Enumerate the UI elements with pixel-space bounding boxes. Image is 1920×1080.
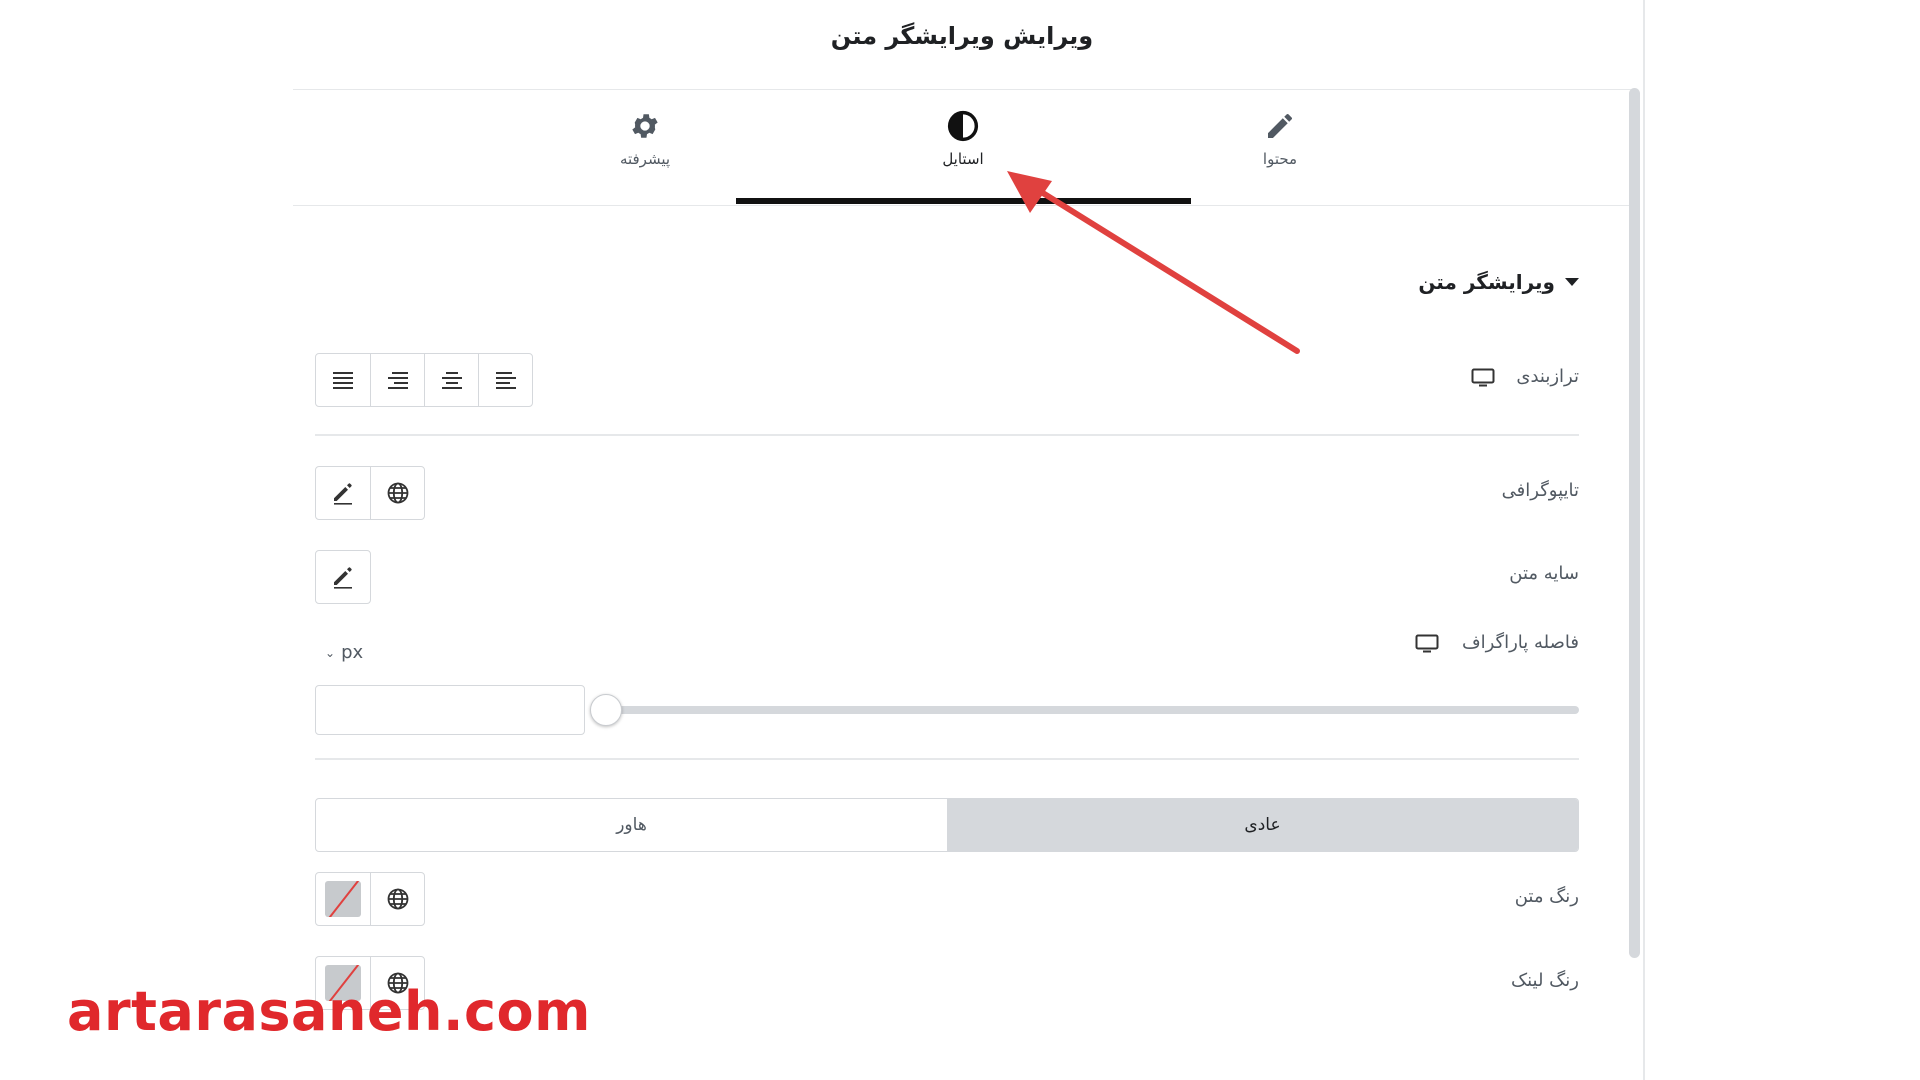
chevron-down-icon: ⌄ (325, 645, 336, 660)
watermark-text: artarasaneh.com (67, 980, 591, 1043)
alignment-buttons (315, 353, 533, 407)
gear-icon (632, 114, 658, 138)
globe-icon (387, 482, 408, 504)
globe-icon (387, 888, 408, 910)
unit-value: px (341, 642, 364, 663)
text-color-global-button[interactable] (370, 873, 424, 925)
text-color-picker[interactable] (316, 873, 370, 925)
align-right-icon (387, 372, 408, 389)
paragraph-spacing-slider-handle[interactable] (590, 694, 622, 726)
align-justify-button[interactable] (316, 354, 370, 406)
pencil-icon (1268, 114, 1292, 138)
typography-label: تایپوگرافی (1501, 480, 1579, 501)
state-toggle: هاور عادی (315, 798, 1579, 852)
caret-down-icon (1565, 278, 1579, 286)
header-divider (293, 89, 1631, 90)
link-color-label: رنگ لینک (1511, 970, 1579, 991)
align-left-button[interactable] (478, 354, 532, 406)
pencil-icon (334, 483, 352, 505)
tab-content-label: محتوا (1262, 150, 1298, 168)
text-color-controls (315, 872, 425, 926)
active-tab-indicator (736, 198, 1191, 204)
editor-panel: ویرایش ویرایشگر متن پیشرفته استایل محتوا… (293, 0, 1645, 1080)
text-shadow-edit-button[interactable] (316, 551, 370, 603)
align-center-icon (441, 372, 462, 389)
section-divider (315, 758, 1579, 760)
paragraph-spacing-input[interactable] (315, 685, 585, 735)
paragraph-spacing-slider-track[interactable] (603, 706, 1579, 714)
tab-style[interactable]: استایل (813, 110, 1113, 168)
section-divider (315, 434, 1579, 436)
text-shadow-controls (315, 550, 371, 604)
tab-content[interactable]: محتوا (1130, 110, 1430, 168)
text-shadow-label: سایه متن (1509, 563, 1579, 584)
state-tab-hover[interactable]: هاور (316, 799, 947, 851)
typography-global-button[interactable] (370, 467, 424, 519)
typography-controls (315, 466, 425, 520)
panel-scrollbar[interactable] (1629, 88, 1640, 958)
empty-color-swatch (325, 881, 361, 917)
contrast-icon (947, 110, 979, 142)
align-justify-icon (333, 372, 353, 389)
panel-title: ویرایش ویرایشگر متن (830, 22, 1094, 50)
paragraph-spacing-label: فاصله پاراگراف (1461, 632, 1579, 653)
text-color-label: رنگ متن (1514, 886, 1579, 907)
tab-style-label: استایل (942, 150, 984, 168)
align-left-icon (495, 372, 516, 389)
section-toggle[interactable]: ویرایشگر متن (1418, 270, 1579, 294)
section-title: ویرایشگر متن (1418, 270, 1555, 294)
align-right-button[interactable] (370, 354, 424, 406)
typography-edit-button[interactable] (316, 467, 370, 519)
pencil-icon (334, 567, 352, 589)
tab-advanced-label: پیشرفته (619, 150, 671, 168)
desktop-icon[interactable] (1471, 368, 1495, 388)
unit-selector[interactable]: ⌄ px (325, 642, 363, 663)
state-tab-normal[interactable]: عادی (947, 799, 1578, 851)
tab-advanced[interactable]: پیشرفته (495, 110, 795, 168)
align-center-button[interactable] (424, 354, 478, 406)
alignment-label: ترازبندی (1516, 366, 1579, 387)
tabs-divider (293, 205, 1631, 206)
desktop-icon[interactable] (1415, 634, 1439, 654)
